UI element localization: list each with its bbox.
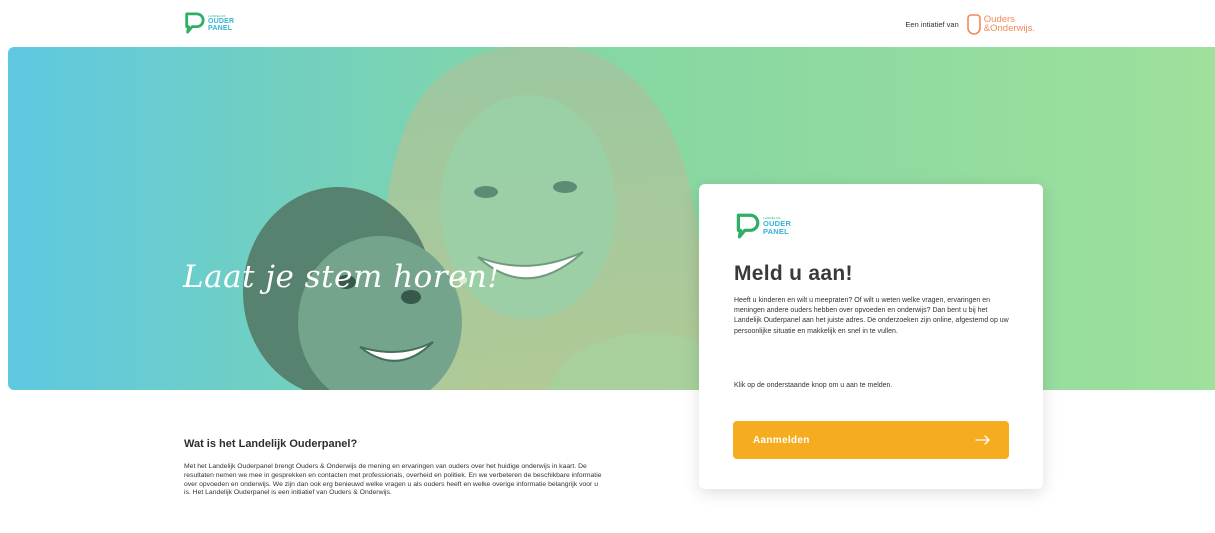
partner-logo-icon [966,14,981,35]
aanmelden-button[interactable]: Aanmelden [733,421,1009,459]
logo-line-2: PANEL [208,24,233,32]
info-paragraph: Met het Landelijk Ouderpanel brengt Oude… [184,463,602,497]
signup-description: Heeft u kinderen en wilt u meepraten? Of… [734,297,1009,335]
site-header: LANDELIJK OUDER PANEL Een intiatief van … [0,0,1215,47]
partner-logo[interactable]: Ouders &Onderwijs. [966,13,1035,35]
signup-card: LANDELIJK OUDER PANEL Meld u aan! Heeft … [699,184,1043,489]
logo-line-2: PANEL [763,226,789,236]
card-ouderpanel-logo: LANDELIJK OUDER PANEL [734,212,791,240]
initiative-label: Een intiatief van [905,19,959,29]
signup-title: Meld u aan! [734,262,853,285]
arrow-right-icon [975,435,990,445]
speech-bubble-logo-icon [736,213,760,239]
info-heading: Wat is het Landelijk Ouderpanel? [184,438,358,450]
partner-name-line-2: &Onderwijs. [983,23,1035,34]
hero-tagline: Laat je stem horen! [183,259,501,295]
initiative-block: Een intiatief van Ouders &Onderwijs. [905,13,1035,35]
logo-line-1: OUDER [208,17,235,25]
signup-instruction: Klik op de onderstaande knop om u aan te… [734,382,893,389]
speech-bubble-logo-icon [185,12,205,34]
ouderpanel-logo[interactable]: LANDELIJK OUDER PANEL [183,11,234,35]
aanmelden-button-label: Aanmelden [753,434,810,446]
